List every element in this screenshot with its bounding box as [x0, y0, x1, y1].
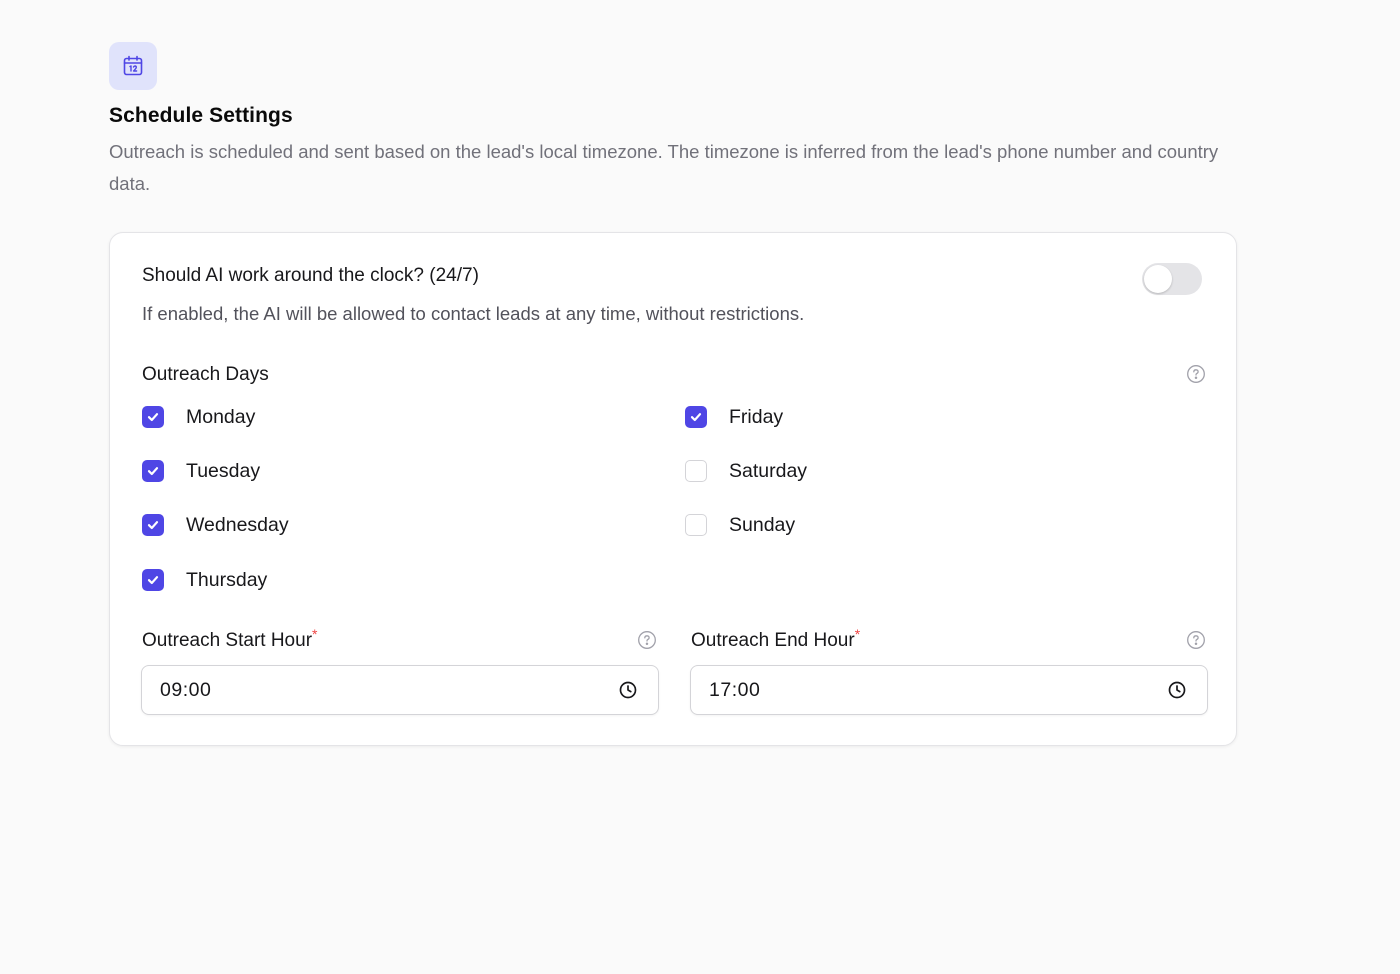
monday-checkbox[interactable]	[142, 406, 164, 428]
end-hour-help-icon[interactable]	[1186, 630, 1206, 650]
tuesday-label: Tuesday	[186, 459, 261, 482]
sunday-label: Sunday	[729, 513, 796, 536]
sunday-checkbox[interactable]	[685, 514, 707, 536]
end-hour-input[interactable]: 17:00	[690, 665, 1208, 715]
end-hour-value: 17:00	[709, 678, 761, 701]
thursday-label: Thursday	[186, 568, 268, 591]
start-hour-label: Outreach Start Hour*	[142, 626, 317, 652]
schedule-settings-page: Schedule Settings Outreach is scheduled …	[0, 0, 1400, 974]
around-clock-description: If enabled, the AI will be allowed to co…	[142, 303, 805, 324]
wednesday-checkbox[interactable]	[142, 514, 164, 536]
clock-icon[interactable]	[1167, 680, 1187, 700]
monday-label: Monday	[186, 405, 256, 428]
end-hour-label: Outreach End Hour*	[691, 626, 860, 652]
check-icon	[147, 413, 159, 422]
start-hour-help-icon[interactable]	[637, 630, 657, 650]
day-thursday: Thursday	[142, 567, 267, 593]
page-title: Schedule Settings	[109, 104, 293, 127]
toggle-knob	[1144, 265, 1172, 293]
around-clock-title: Should AI work around the clock? (24/7)	[142, 265, 479, 286]
outreach-days-help-icon[interactable]	[1186, 364, 1206, 384]
day-sunday: Sunday	[685, 512, 795, 538]
thursday-checkbox[interactable]	[142, 569, 164, 591]
wednesday-label: Wednesday	[186, 513, 289, 536]
tuesday-checkbox[interactable]	[142, 460, 164, 482]
start-hour-value: 09:00	[160, 678, 212, 701]
day-friday: Friday	[685, 404, 783, 430]
day-saturday: Saturday	[685, 458, 807, 484]
check-icon	[147, 576, 159, 585]
check-icon	[147, 521, 159, 530]
around-clock-toggle[interactable]	[1142, 263, 1202, 295]
saturday-checkbox[interactable]	[685, 460, 707, 482]
calendar-icon-badge	[109, 42, 157, 90]
end-hour-label-text: Outreach End Hour	[691, 630, 855, 651]
check-icon	[147, 467, 159, 476]
day-monday: Monday	[142, 404, 255, 430]
calendar-icon	[123, 55, 143, 76]
friday-checkbox[interactable]	[685, 406, 707, 428]
start-hour-input[interactable]: 09:00	[141, 665, 659, 715]
day-wednesday: Wednesday	[142, 512, 289, 538]
page-description: Outreach is scheduled and sent based on …	[109, 141, 1219, 194]
required-mark: *	[854, 626, 861, 642]
day-tuesday: Tuesday	[142, 458, 260, 484]
start-hour-label-text: Outreach Start Hour	[142, 630, 313, 651]
clock-icon[interactable]	[618, 680, 638, 700]
schedule-card: Should AI work around the clock? (24/7) …	[109, 232, 1237, 746]
required-mark: *	[312, 626, 318, 642]
friday-label: Friday	[729, 405, 784, 428]
check-icon	[690, 413, 702, 422]
saturday-label: Saturday	[729, 459, 808, 482]
outreach-days-label: Outreach Days	[142, 364, 269, 385]
